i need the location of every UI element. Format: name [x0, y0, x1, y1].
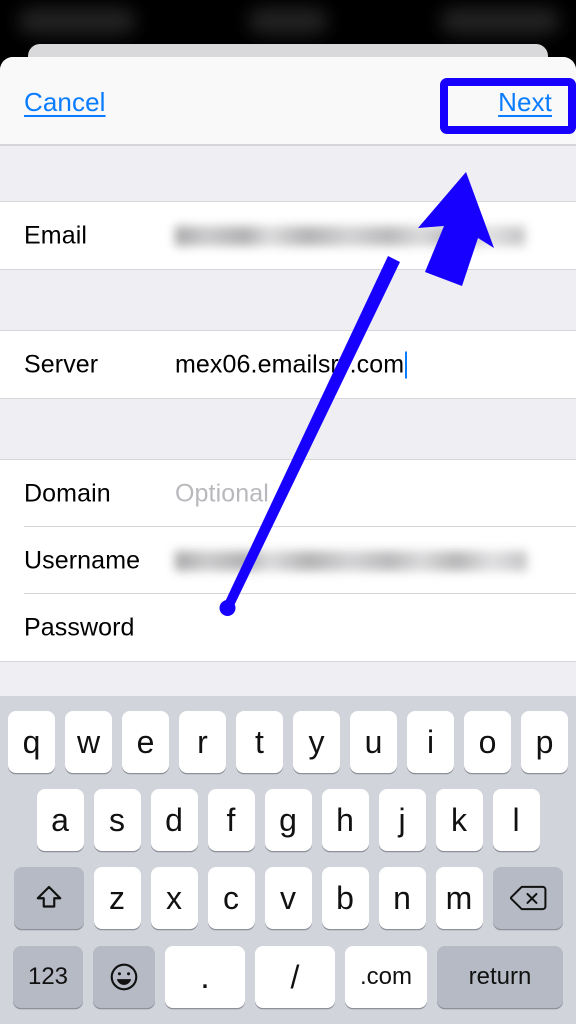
- next-button[interactable]: Next: [498, 87, 552, 118]
- account-form: Email Server mex06.emailsrv.com Domain O…: [0, 145, 576, 714]
- status-bar-left-indicators: [18, 8, 136, 34]
- key-v[interactable]: v: [264, 867, 312, 929]
- status-bar: [0, 0, 576, 46]
- return-key[interactable]: return: [437, 946, 563, 1008]
- status-bar-right-indicators: [440, 8, 560, 34]
- slash-key[interactable]: /: [255, 946, 335, 1008]
- domain-label: Domain: [24, 479, 111, 507]
- shift-icon[interactable]: [13, 867, 84, 929]
- key-a[interactable]: a: [36, 789, 84, 851]
- numbers-key[interactable]: 123: [13, 946, 83, 1008]
- delete-icon[interactable]: [492, 867, 563, 929]
- email-label: Email: [24, 221, 88, 249]
- keyboard-row-3: z x c v b n m: [0, 859, 576, 937]
- key-o[interactable]: o: [464, 711, 511, 773]
- key-s[interactable]: s: [93, 789, 141, 851]
- key-u[interactable]: u: [350, 711, 397, 773]
- form-row-domain[interactable]: Domain Optional: [0, 460, 576, 527]
- key-m[interactable]: m: [435, 867, 483, 929]
- form-section-gap-middle: [0, 269, 576, 331]
- key-k[interactable]: k: [435, 789, 483, 851]
- key-t[interactable]: t: [236, 711, 283, 773]
- emoji-icon[interactable]: [93, 946, 155, 1008]
- key-r[interactable]: r: [179, 711, 226, 773]
- phone-screen: Cancel Next Email Server mex06.emailsrv.…: [0, 0, 576, 1024]
- keyboard-row-4: 123 . / .com return: [0, 937, 576, 1017]
- key-x[interactable]: x: [150, 867, 198, 929]
- username-value-redacted: [175, 550, 527, 571]
- key-i[interactable]: i: [407, 711, 454, 773]
- key-z[interactable]: z: [93, 867, 141, 929]
- key-y[interactable]: y: [293, 711, 340, 773]
- form-row-username[interactable]: Username: [0, 527, 576, 594]
- key-n[interactable]: n: [378, 867, 426, 929]
- password-label: Password: [24, 613, 135, 641]
- keyboard-row-2: a s d f g h j k l: [0, 781, 576, 859]
- key-e[interactable]: e: [122, 711, 169, 773]
- form-section-gap-top: [0, 145, 576, 202]
- key-f[interactable]: f: [207, 789, 255, 851]
- key-d[interactable]: d: [150, 789, 198, 851]
- key-p[interactable]: p: [521, 711, 568, 773]
- dotcom-key[interactable]: .com: [345, 946, 427, 1008]
- key-j[interactable]: j: [378, 789, 426, 851]
- form-section-gap-lower: [0, 398, 576, 460]
- period-key[interactable]: .: [165, 946, 245, 1008]
- cancel-button[interactable]: Cancel: [24, 87, 106, 118]
- key-g[interactable]: g: [264, 789, 312, 851]
- key-q[interactable]: q: [8, 711, 55, 773]
- keyboard-row-1: q w e r t y u i o p: [0, 703, 576, 781]
- key-w[interactable]: w: [65, 711, 112, 773]
- key-h[interactable]: h: [321, 789, 369, 851]
- domain-placeholder: Optional: [175, 479, 269, 507]
- status-bar-center-indicator: [248, 8, 328, 34]
- email-value-redacted: [175, 225, 525, 246]
- form-row-password[interactable]: Password: [0, 594, 576, 661]
- server-value-text: mex06.emailsrv.com: [175, 350, 405, 378]
- text-caret: [405, 351, 408, 378]
- onscreen-keyboard: q w e r t y u i o p a s d f g h j k l z …: [0, 696, 576, 1024]
- username-label: Username: [24, 546, 141, 574]
- key-l[interactable]: l: [492, 789, 540, 851]
- form-row-server[interactable]: Server mex06.emailsrv.com: [0, 331, 576, 398]
- server-label: Server: [24, 350, 99, 378]
- form-row-email[interactable]: Email: [0, 202, 576, 269]
- key-c[interactable]: c: [207, 867, 255, 929]
- navigation-bar: Cancel Next: [0, 57, 576, 145]
- key-b[interactable]: b: [321, 867, 369, 929]
- server-value: mex06.emailsrv.com: [175, 350, 408, 379]
